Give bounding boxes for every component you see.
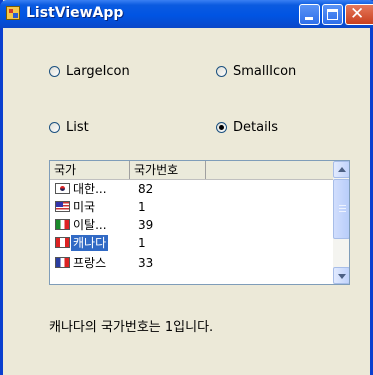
scroll-thumb[interactable] — [333, 179, 349, 239]
country-code: 1 — [138, 200, 146, 214]
country-code: 1 — [138, 236, 146, 250]
minimize-button[interactable] — [299, 4, 320, 25]
flag-canada-icon — [55, 237, 70, 248]
radio-circle — [49, 66, 60, 77]
app-window: ListViewApp ✕ LargeIcon SmallIcon List D… — [0, 0, 373, 375]
chevron-up-icon — [338, 167, 346, 172]
title-bar[interactable]: ListViewApp ✕ — [0, 0, 373, 28]
radio-circle — [216, 122, 227, 133]
country-name: 미국 — [73, 200, 96, 214]
radio-circle — [49, 122, 60, 133]
radio-label: SmallIcon — [233, 64, 297, 79]
minimize-icon — [305, 17, 313, 20]
column-header-country[interactable]: 국가 — [50, 161, 130, 179]
grip-line — [339, 208, 346, 209]
list-item[interactable]: 대한... 82 — [50, 180, 333, 198]
list-item[interactable]: 프랑스 33 — [50, 254, 333, 272]
flag-korea-icon — [55, 183, 70, 194]
listview-header: 국가 국가번호 — [50, 161, 333, 180]
close-icon: ✕ — [350, 4, 365, 24]
list-item[interactable]: 미국 1 — [50, 198, 333, 216]
flag-france-icon — [55, 257, 70, 268]
country-code: 39 — [138, 218, 154, 232]
radio-label: List — [66, 120, 89, 135]
country-code: 82 — [138, 182, 154, 196]
radio-circle — [216, 66, 227, 77]
radio-label: LargeIcon — [66, 64, 130, 79]
app-icon — [6, 6, 20, 20]
list-item-selected[interactable]: 캐나다 1 — [50, 234, 333, 252]
radio-list[interactable]: List — [49, 120, 89, 135]
chevron-down-icon — [338, 274, 346, 279]
country-name: 대한... — [73, 182, 107, 196]
country-listview[interactable]: 국가 국가번호 대한... 82 미국 1 이탈... 39 캐나다 1 프랑스… — [49, 160, 350, 285]
flag-usa-icon — [55, 201, 70, 212]
list-item[interactable]: 이탈... 39 — [50, 216, 333, 234]
column-header-code[interactable]: 국가번호 — [130, 161, 206, 179]
country-code: 33 — [138, 256, 154, 270]
scroll-down-button[interactable] — [333, 267, 349, 284]
close-button[interactable]: ✕ — [345, 4, 373, 25]
radio-checked-dot — [219, 125, 224, 130]
status-label: 캐나다의 국가번호는 1입니다. — [49, 320, 214, 335]
country-name: 캐나다 — [71, 235, 109, 251]
radio-large-icon[interactable]: LargeIcon — [49, 64, 130, 79]
scroll-up-button[interactable] — [333, 161, 349, 178]
flag-italy-icon — [55, 219, 70, 230]
grip-line — [339, 205, 346, 206]
grip-line — [339, 211, 346, 212]
radio-label: Details — [233, 120, 279, 135]
window-title: ListViewApp — [26, 5, 124, 21]
radio-details[interactable]: Details — [216, 120, 278, 135]
maximize-icon — [327, 9, 338, 20]
radio-small-icon[interactable]: SmallIcon — [216, 64, 296, 79]
vertical-scrollbar[interactable] — [333, 161, 349, 284]
country-name: 프랑스 — [73, 256, 107, 270]
maximize-button[interactable] — [322, 4, 343, 25]
country-name: 이탈... — [73, 218, 107, 232]
